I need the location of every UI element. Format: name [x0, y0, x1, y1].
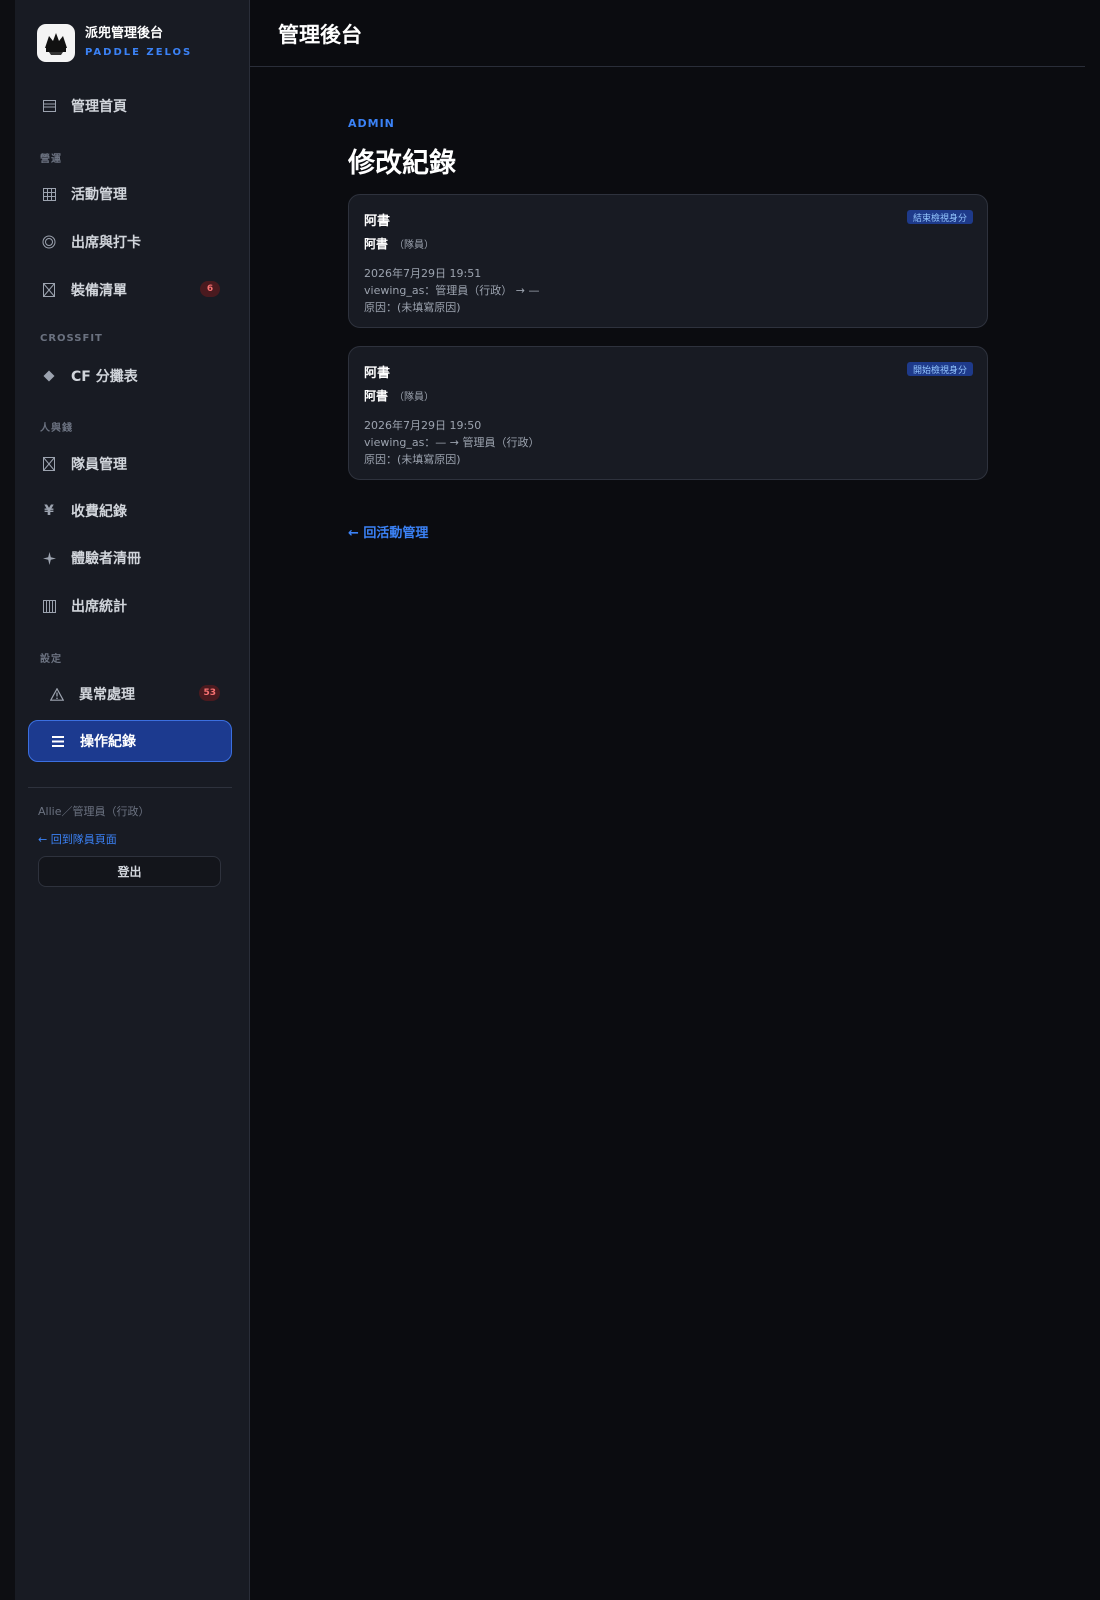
exceptions-count-badge: 53 [199, 685, 220, 701]
sidebar-item-payments[interactable]: ¥ 收費紀錄 [28, 490, 232, 532]
sidebar-item-dashboard[interactable]: 管理首頁 [28, 85, 232, 127]
sidebar-item-cf-split[interactable]: CF 分攤表 [28, 355, 232, 397]
page-title: 修改紀錄 [348, 148, 456, 179]
record-change: viewing_as：— → 管理員（行政） [364, 436, 540, 449]
diamond-icon [42, 370, 56, 382]
menu-icon [51, 735, 65, 747]
brand-subtitle: PADDLE ZELOS [85, 47, 193, 58]
record-actor-role: （隊員） [394, 240, 435, 251]
record-action-tag: 結束檢視身分 [906, 210, 973, 224]
current-user: Allie／管理員（行政） [38, 805, 150, 818]
page-eyebrow: ADMIN [348, 117, 395, 130]
section-label-operations: 營運 [40, 154, 62, 165]
sidebar-item-label: 管理首頁 [71, 99, 127, 115]
topbar: 管理後台 [250, 0, 1085, 67]
record-actor-role: （隊員） [394, 392, 435, 403]
back-to-events-link[interactable]: ← 回活動管理 [348, 522, 428, 541]
sidebar-item-activity-log[interactable]: 操作紀錄 [28, 720, 232, 762]
record-reason: 原因：(未填寫原因) [364, 453, 461, 466]
sidebar-item-members[interactable]: 隊員管理 [28, 443, 232, 485]
bars-icon [42, 599, 56, 613]
record-actor: 阿書 （隊員） [364, 387, 434, 404]
record-action-tag: 開始檢視身分 [906, 362, 973, 376]
sidebar-item-trial-roster[interactable]: 體驗者清冊 [28, 537, 232, 579]
box-icon [42, 457, 56, 471]
logo [37, 24, 75, 62]
section-label-crossfit: CROSSFIT [40, 333, 103, 344]
record-actor-name: 阿書 [364, 389, 389, 403]
list-icon [42, 100, 56, 112]
sidebar-item-equipment[interactable]: 裝備清單 6 [28, 269, 232, 311]
brand[interactable]: 派兜管理後台 PADDLE ZELOS [37, 24, 192, 62]
record-reason: 原因：(未填寫原因) [364, 301, 461, 314]
sidebar-item-label: 隊員管理 [71, 457, 127, 473]
sidebar-item-attendance-stats[interactable]: 出席統計 [28, 585, 232, 627]
box-icon [42, 283, 56, 297]
sidebar-item-label: 操作紀錄 [80, 734, 136, 750]
sidebar-item-label: 異常處理 [79, 687, 135, 703]
logo-emblem-icon [45, 33, 67, 55]
equipment-count-badge: 6 [200, 281, 220, 297]
sidebar: 派兜管理後台 PADDLE ZELOS 管理首頁 營運 活動管理 出席與打卡 裝… [15, 0, 250, 1600]
sidebar-item-exceptions[interactable]: 異常處理 53 [28, 673, 232, 715]
sidebar-item-label: CF 分攤表 [71, 369, 138, 385]
record-change: viewing_as：管理員（行政） → — [364, 284, 540, 297]
sidebar-item-label: 出席統計 [71, 599, 127, 615]
record-time: 2026年7月29日 19:50 [364, 419, 482, 432]
record-time: 2026年7月29日 19:51 [364, 267, 482, 280]
sidebar-item-label: 裝備清單 [71, 283, 127, 299]
logout-button[interactable]: 登出 [38, 856, 221, 887]
sidebar-item-attendance[interactable]: 出席與打卡 [28, 221, 232, 263]
left-edge-strip [0, 0, 15, 1600]
target-icon [42, 235, 56, 249]
record-actor-name: 阿書 [364, 237, 389, 251]
section-label-people-money: 人與錢 [40, 423, 73, 434]
log-record-card: 阿書 結束檢視身分 阿書 （隊員） 2026年7月29日 19:51 viewin… [348, 194, 988, 328]
sidebar-item-label: 活動管理 [71, 187, 127, 203]
record-name: 阿書 [364, 214, 391, 229]
sparkle-icon [42, 551, 56, 565]
back-to-member-link[interactable]: ← 回到隊員頁面 [38, 831, 117, 847]
sidebar-item-label: 體驗者清冊 [71, 551, 141, 567]
record-name: 阿書 [364, 366, 391, 381]
log-record-card: 阿書 開始檢視身分 阿書 （隊員） 2026年7月29日 19:50 viewin… [348, 346, 988, 480]
section-label-settings: 設定 [40, 654, 62, 665]
topbar-title: 管理後台 [278, 23, 362, 47]
sidebar-item-label: 出席與打卡 [71, 235, 141, 251]
yen-icon: ¥ [44, 503, 54, 519]
warning-icon [50, 687, 64, 701]
grid-icon [42, 187, 56, 201]
sidebar-item-label: 收費紀錄 [71, 504, 127, 520]
brand-title: 派兜管理後台 [85, 26, 164, 41]
record-actor: 阿書 （隊員） [364, 235, 434, 252]
sidebar-divider [28, 787, 232, 788]
sidebar-item-events[interactable]: 活動管理 [28, 173, 232, 215]
